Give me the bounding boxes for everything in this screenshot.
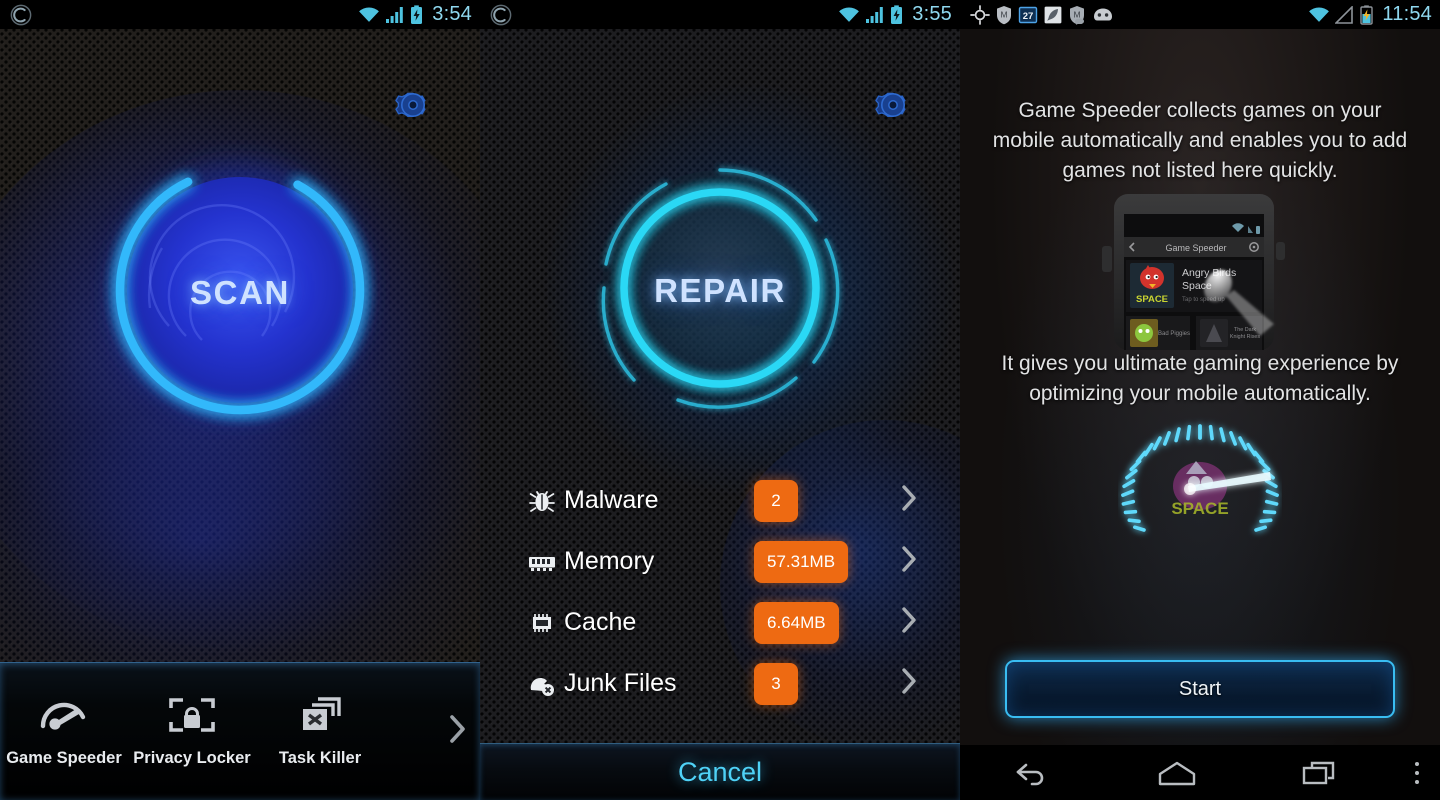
- start-button[interactable]: Start: [1005, 660, 1395, 718]
- app-logo-icon: [10, 4, 32, 25]
- signal-no-service-icon: [1335, 5, 1354, 24]
- chevron-right-icon[interactable]: [898, 483, 920, 518]
- dock-item-task-killer[interactable]: Task Killer: [256, 695, 384, 768]
- shield-chat-icon: M: [1070, 5, 1084, 25]
- bug-icon: [520, 485, 564, 517]
- status-bar-clock: 11:54: [1382, 3, 1432, 25]
- table-row[interactable]: Memory 57.31MB: [480, 531, 960, 592]
- battery-charging-icon: [1360, 4, 1374, 25]
- status-bar: 3:54: [0, 0, 480, 29]
- gps-icon: [970, 4, 990, 25]
- status-badge: 6.64MB: [754, 601, 839, 644]
- repair-button-graphic: [601, 168, 840, 409]
- bottom-dock: Game Speeder Privacy Locker Task Killer: [0, 662, 480, 800]
- gear-icon: [875, 92, 906, 117]
- dock-item-privacy-locker[interactable]: Privacy Locker: [128, 695, 256, 768]
- chevron-right-icon: [450, 715, 465, 743]
- svg-text:Game Speeder: Game Speeder: [1165, 243, 1226, 253]
- status-bar: M 27 M 11:54: [960, 0, 1440, 29]
- window-close-icon: [303, 697, 341, 730]
- signal-icon: [386, 6, 404, 23]
- chevron-right-icon[interactable]: [898, 605, 920, 640]
- screenshot-root: 3:54 SCAN Game Speeder Privacy Locker Ta…: [0, 0, 1440, 800]
- svg-text:SPACE: SPACE: [1171, 499, 1228, 518]
- chip-icon: [520, 607, 564, 639]
- svg-text:Bad Piggies: Bad Piggies: [1158, 331, 1190, 337]
- signal-icon: [866, 6, 884, 23]
- svg-text:Knight Rises: Knight Rises: [1230, 334, 1261, 340]
- svg-text:The Dark: The Dark: [1234, 327, 1256, 333]
- status-badge: 57.31MB: [754, 540, 849, 583]
- wifi-icon: [1309, 6, 1330, 22]
- phone-illustration: Game Speeder SPACE Angry Birds Space Tap…: [1078, 190, 1323, 350]
- nav-recents-button[interactable]: [1249, 759, 1394, 787]
- scan-screen: 3:54 SCAN Game Speeder Privacy Locker Ta…: [0, 0, 480, 800]
- table-row[interactable]: Cache 6.64MB: [480, 592, 960, 653]
- junk-file-icon: [520, 668, 564, 700]
- settings-gear-button[interactable]: [871, 83, 915, 127]
- status-bar: 3:55: [480, 0, 960, 29]
- nav-overflow-button[interactable]: [1394, 759, 1440, 787]
- chevron-right-icon[interactable]: [898, 666, 920, 701]
- table-row[interactable]: Junk Files 3: [480, 653, 960, 714]
- chevron-right-icon[interactable]: [898, 544, 920, 579]
- android-nav-bar: [960, 745, 1440, 800]
- status-bar-clock: 3:55: [912, 3, 952, 25]
- nav-back-button[interactable]: [960, 758, 1105, 788]
- row-label: Malware: [564, 486, 659, 514]
- nav-home-button[interactable]: [1105, 759, 1250, 787]
- recents-icon: [1302, 761, 1334, 784]
- wifi-icon: [359, 6, 380, 22]
- battery-charging-icon: [411, 4, 423, 24]
- svg-text:SPACE: SPACE: [1136, 294, 1168, 305]
- svg-text:M: M: [1000, 9, 1007, 19]
- svg-text:27: 27: [1023, 11, 1034, 22]
- wifi-icon: [839, 6, 860, 22]
- dock-item-game-speeder[interactable]: Game Speeder: [0, 695, 128, 768]
- status-badge: 2: [754, 479, 798, 522]
- repair-button[interactable]: REPAIR: [560, 128, 880, 453]
- cancel-button[interactable]: Cancel: [480, 743, 960, 800]
- gear-icon: [395, 92, 426, 117]
- cancel-button-label: Cancel: [677, 756, 763, 787]
- svg-text:M: M: [1073, 9, 1080, 19]
- status-bar-clock: 3:54: [432, 3, 472, 25]
- app-logo-icon: [490, 4, 512, 25]
- feather-icon: [1044, 6, 1062, 23]
- home-icon: [1158, 761, 1196, 785]
- scan-button[interactable]: SCAN: [90, 140, 390, 445]
- dock-label-privacy-locker: Privacy Locker: [133, 749, 251, 767]
- table-row[interactable]: Malware 2: [480, 470, 960, 531]
- overflow-menu-icon: [1415, 761, 1420, 784]
- row-label: Junk Files: [564, 669, 677, 697]
- battery-charging-icon: [891, 4, 903, 24]
- row-label: Memory: [564, 547, 655, 575]
- intro-subline: It gives you ultimate gaming experience …: [1001, 352, 1399, 405]
- dock-label-game-speeder: Game Speeder: [6, 749, 122, 767]
- row-label: Cache: [564, 608, 637, 636]
- start-button-label: Start: [1178, 677, 1222, 700]
- settings-gear-button[interactable]: [391, 83, 435, 127]
- back-icon: [1017, 763, 1044, 785]
- speedometer-illustration: SPACE: [1118, 412, 1282, 557]
- dock-more-button[interactable]: [444, 712, 470, 751]
- issue-list: Malware 2 Memory 57.31MB Cache 6.64MB Ju…: [480, 470, 960, 714]
- scan-button-graphic: [112, 162, 368, 418]
- game-speeder-intro-screen: M 27 M 11:54 Game Speeder collects games…: [960, 0, 1440, 800]
- speedometer-icon: [40, 702, 86, 730]
- calendar-27-icon: 27: [1018, 6, 1038, 23]
- status-badge: 3: [754, 662, 798, 705]
- dock-label-task-killer: Task Killer: [278, 749, 362, 767]
- cyanogenmod-icon: [1094, 8, 1112, 20]
- intro-headline: Game Speeder collects games on your mobi…: [992, 99, 1408, 182]
- shield-icon: M: [997, 5, 1011, 24]
- repair-screen: 3:55 REPAIR Malware 2 Memory 57.31MB Cac…: [480, 0, 960, 800]
- ram-icon: [520, 546, 564, 578]
- lock-icon: [169, 698, 215, 732]
